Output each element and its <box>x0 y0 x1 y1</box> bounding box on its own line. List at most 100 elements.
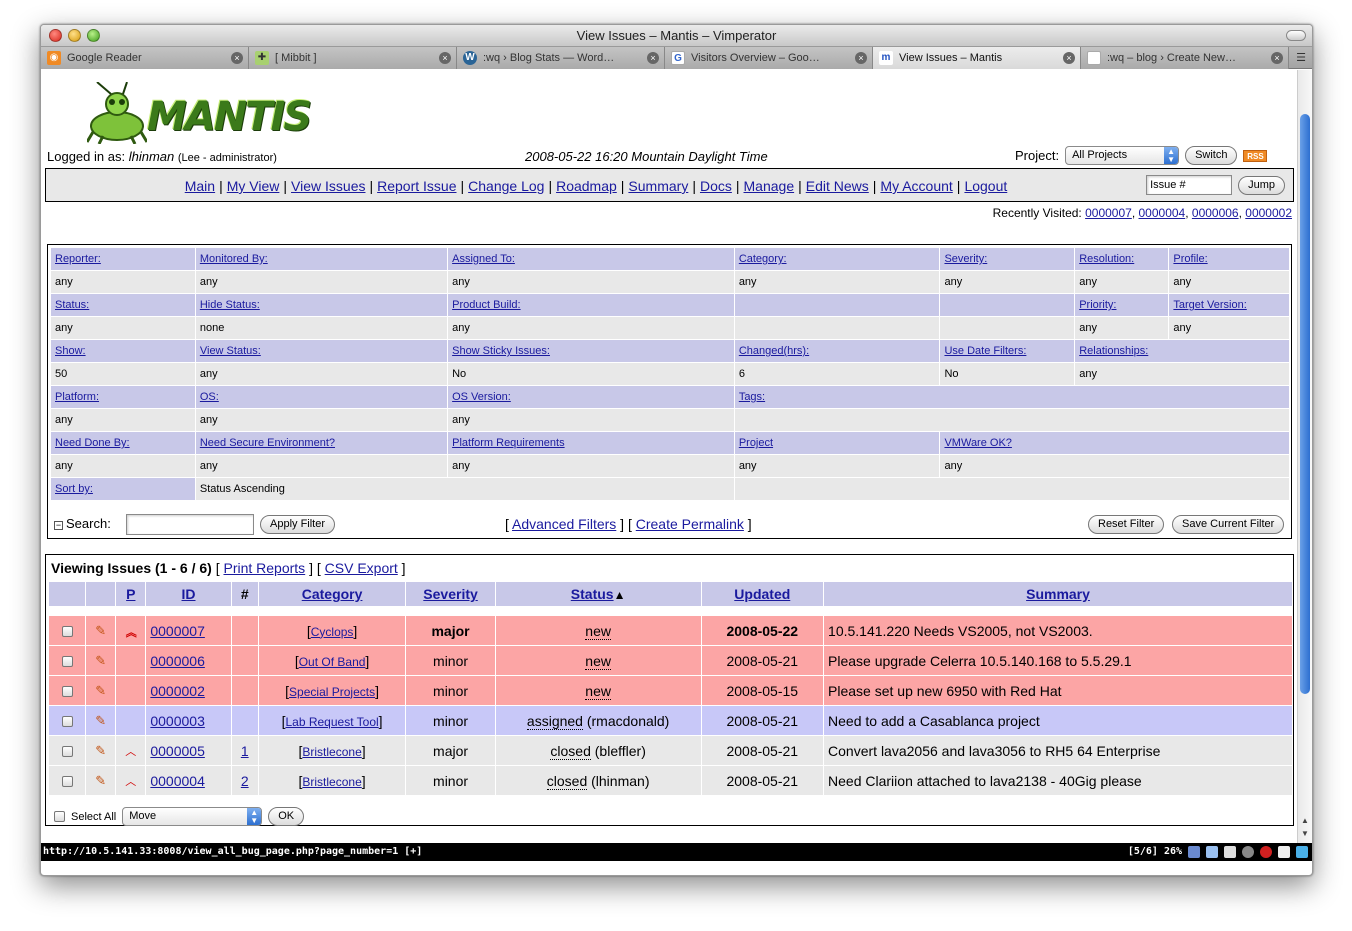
menu-link-summary[interactable]: Summary <box>628 178 688 194</box>
issue-id-link[interactable]: 0000005 <box>150 743 205 759</box>
scrollbar-thumb[interactable] <box>1300 114 1310 694</box>
filter-field-link[interactable]: Category: <box>739 253 787 265</box>
scroll-up-arrow-icon[interactable]: ▲ <box>1298 815 1312 827</box>
project-select[interactable]: All Projects ▲ ▼ <box>1065 146 1180 165</box>
sort-column-link[interactable]: Updated <box>734 586 790 602</box>
menu-link-roadmap[interactable]: Roadmap <box>556 178 617 194</box>
twitter-icon[interactable] <box>1296 846 1308 858</box>
filter-field-link[interactable]: Changed(hrs): <box>739 345 809 357</box>
menu-link-report-issue[interactable]: Report Issue <box>377 178 456 194</box>
search-input[interactable] <box>126 514 254 535</box>
save-current-filter-button[interactable]: Save Current Filter <box>1172 515 1285 534</box>
edit-pencil-icon[interactable]: ✎ <box>95 713 106 728</box>
tab-close-icon[interactable]: × <box>1063 52 1075 64</box>
tab-close-icon[interactable]: × <box>1271 52 1283 64</box>
menu-link-edit-news[interactable]: Edit News <box>806 178 869 194</box>
browser-tab[interactable]: m View Issues – Mantis × <box>873 47 1081 69</box>
collapse-filter-icon[interactable]: − <box>54 521 63 530</box>
category-link[interactable]: Out Of Band <box>299 655 366 669</box>
csv-export-link[interactable]: CSV Export <box>325 560 398 576</box>
issue-row[interactable]: ✎ ︿ 0000004 2 [Bristlecone] minor closed (lhin… <box>49 766 1292 795</box>
filter-field-link[interactable]: Project <box>739 437 773 449</box>
issue-id-link[interactable]: 0000007 <box>150 623 205 639</box>
mail-icon[interactable] <box>1224 846 1236 858</box>
menu-link-logout[interactable]: Logout <box>964 178 1007 194</box>
filter-field-link[interactable]: Severity: <box>944 253 987 265</box>
issue-row[interactable]: ✎ 0000003 [Lab Request Tool] minor assigned … <box>49 706 1292 735</box>
snowflake-icon[interactable] <box>1206 846 1218 858</box>
notes-count-link[interactable]: 2 <box>241 773 249 789</box>
edit-pencil-icon[interactable]: ✎ <box>95 773 106 788</box>
menu-link-docs[interactable]: Docs <box>700 178 732 194</box>
filter-field-link[interactable]: OS: <box>200 391 219 403</box>
filter-field-link[interactable]: Tags: <box>739 391 765 403</box>
bulk-action-select[interactable]: Move ▲ ▼ <box>122 807 263 826</box>
issue-checkbox[interactable] <box>61 656 73 668</box>
category-link[interactable]: Bristlecone <box>302 775 361 789</box>
print-reports-link[interactable]: Print Reports <box>223 560 305 576</box>
filter-field-link[interactable]: Profile: <box>1173 253 1207 265</box>
issue-row[interactable]: ✎ ︽ 0000007 [Cyclops] major new 2008-05-22 10.5… <box>49 616 1292 645</box>
scroll-down-arrow-icon[interactable]: ▼ <box>1298 828 1312 840</box>
category-link[interactable]: Lab Request Tool <box>285 715 378 729</box>
tab-list-icon[interactable]: ☰ <box>1296 51 1306 64</box>
reset-filter-button[interactable]: Reset Filter <box>1088 515 1165 534</box>
advanced-filters-link[interactable]: Advanced Filters <box>512 516 616 532</box>
filter-field-link[interactable]: Show Sticky Issues: <box>452 345 550 357</box>
tab-close-icon[interactable]: × <box>231 52 243 64</box>
filter-field-link[interactable]: Target Version: <box>1173 299 1246 311</box>
issue-checkbox[interactable] <box>61 686 73 698</box>
clock-icon[interactable] <box>1242 846 1254 858</box>
filter-field-link[interactable]: Monitored By: <box>200 253 268 265</box>
sort-column-link[interactable]: ID <box>182 586 196 602</box>
browser-tab[interactable]: ◉ Google Reader × <box>41 47 249 69</box>
minimize-window-button[interactable] <box>68 29 81 42</box>
issue-checkbox[interactable] <box>61 776 73 788</box>
recent-issue-link[interactable]: 0000002 <box>1245 206 1292 220</box>
issue-checkbox[interactable] <box>61 626 73 638</box>
recent-issue-link[interactable]: 0000006 <box>1192 206 1239 220</box>
stop-icon[interactable] <box>1260 846 1272 858</box>
menu-link-manage[interactable]: Manage <box>744 178 795 194</box>
sort-by-link[interactable]: Sort by: <box>55 483 93 495</box>
switch-project-button[interactable]: Switch <box>1185 146 1238 165</box>
close-window-button[interactable] <box>49 29 62 42</box>
filter-field-link[interactable]: Show: <box>55 345 86 357</box>
filter-field-link[interactable]: Relationships: <box>1079 345 1148 357</box>
notes-icon[interactable] <box>1278 846 1290 858</box>
create-permalink-link[interactable]: Create Permalink <box>636 516 744 532</box>
apply-filter-button[interactable]: Apply Filter <box>260 515 336 534</box>
filter-field-link[interactable]: Reporter: <box>55 253 101 265</box>
category-link[interactable]: Cyclops <box>311 625 354 639</box>
filter-field-link[interactable]: Hide Status: <box>200 299 260 311</box>
filter-field-link[interactable]: Resolution: <box>1079 253 1134 265</box>
sort-column-link[interactable]: Severity <box>423 586 477 602</box>
menu-link-view-issues[interactable]: View Issues <box>291 178 365 194</box>
filter-field-link[interactable]: Assigned To: <box>452 253 515 265</box>
notes-count-link[interactable]: 1 <box>241 743 249 759</box>
filter-field-link[interactable]: Status: <box>55 299 89 311</box>
filter-field-link[interactable]: Priority: <box>1079 299 1116 311</box>
vertical-scrollbar[interactable]: ▲ ▼ <box>1297 70 1312 843</box>
rss-feed-icon[interactable]: RSS <box>1243 149 1268 162</box>
browser-tab[interactable]: W:wq › Blog Stats — Word… × <box>457 47 665 69</box>
browser-tab[interactable]: :wq – blog › Create New… × <box>1081 47 1289 69</box>
sort-column-link[interactable]: Summary <box>1026 586 1090 602</box>
filter-field-link[interactable]: Product Build: <box>452 299 520 311</box>
category-link[interactable]: Bristlecone <box>302 745 361 759</box>
bulk-ok-button[interactable]: OK <box>268 807 305 826</box>
edit-pencil-icon[interactable]: ✎ <box>95 743 106 758</box>
issue-row[interactable]: ✎ ︿ 0000005 1 [Bristlecone] major closed (blef… <box>49 736 1292 765</box>
filter-field-link[interactable]: VMWare OK? <box>944 437 1011 449</box>
browser-tab[interactable]: ✚ [ Mibbit ] × <box>249 47 457 69</box>
issue-row[interactable]: ✎ 0000002 [Special Projects] minor new 2008-0… <box>49 676 1292 705</box>
issue-number-input[interactable]: Issue # <box>1146 175 1233 195</box>
issue-id-link[interactable]: 0000002 <box>150 683 205 699</box>
issue-checkbox[interactable] <box>61 716 73 728</box>
issue-row[interactable]: ✎ 0000006 [Out Of Band] minor new 2008-05-21 P… <box>49 646 1292 675</box>
sort-column-link[interactable]: Status <box>571 586 614 602</box>
toolbar-toggle-button[interactable] <box>1286 30 1306 41</box>
extension-icon[interactable] <box>1188 846 1200 858</box>
jump-button[interactable]: Jump <box>1238 175 1285 195</box>
filter-field-link[interactable]: OS Version: <box>452 391 511 403</box>
